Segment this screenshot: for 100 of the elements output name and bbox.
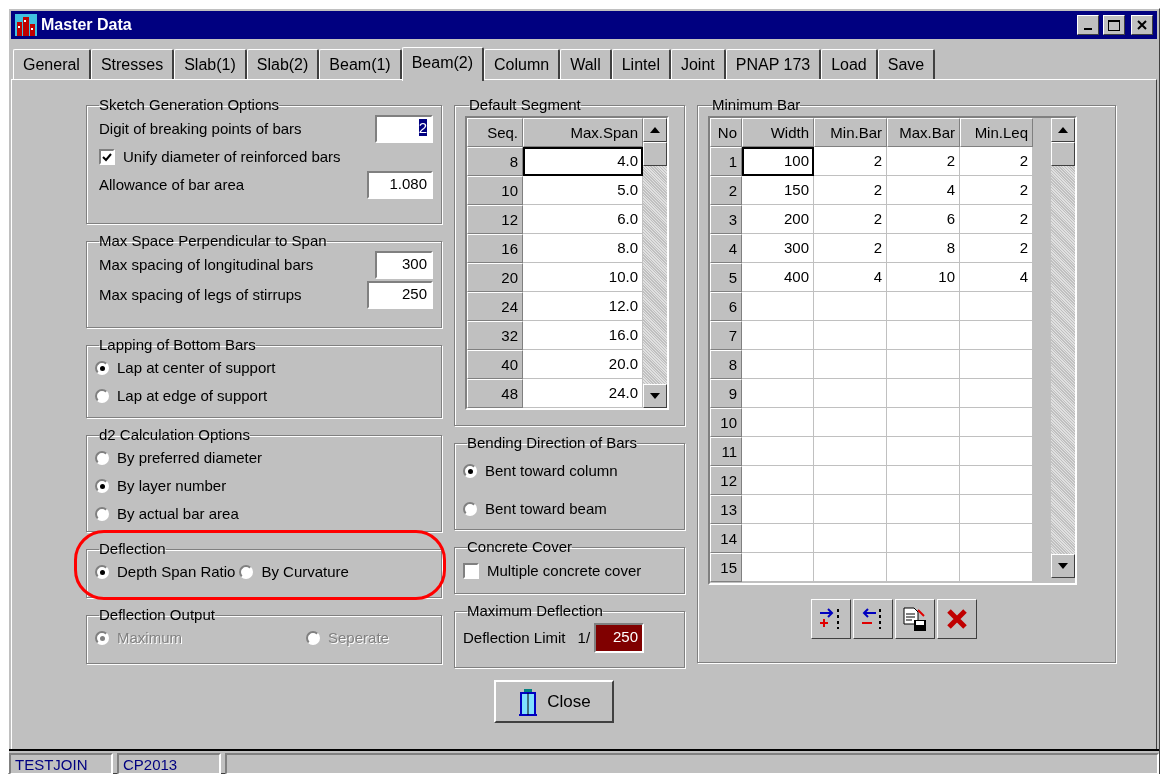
row-header: 6 [710,292,742,321]
tab[interactable]: Lintel [611,49,671,79]
number-field[interactable]: 2 [375,115,433,143]
group-title: Minimum Bar [712,96,801,114]
check-icon [102,152,112,162]
radio-button[interactable] [95,451,109,465]
table-cell[interactable]: 2 [960,147,1033,176]
tab[interactable]: Slab(2) [246,49,320,79]
down-arrow-icon [650,393,660,399]
row-header: 8 [710,350,742,379]
scroll-thumb[interactable] [1051,142,1075,166]
table-cell[interactable]: 2 [960,234,1033,263]
tab[interactable]: Stresses [90,49,175,79]
radio-button[interactable] [95,565,109,579]
table-cell[interactable]: 2 [887,147,960,176]
table-cell[interactable]: 10.0 [523,263,643,292]
table-cell[interactable]: 300 [742,234,814,263]
table-cell[interactable]: 2 [814,147,887,176]
row-header: 20 [467,263,523,292]
close-button[interactable]: Close [494,680,614,723]
table-cell[interactable]: 2 [814,234,887,263]
table-cell[interactable]: 400 [742,263,814,292]
table-cell[interactable]: 16.0 [523,321,643,350]
radio-label: Bent toward column [485,460,618,481]
field-label: Max spacing of longitudinal bars [99,254,314,275]
table-cell[interactable]: 2 [814,176,887,205]
table-cell[interactable]: 24.0 [523,379,643,408]
radio-button[interactable] [95,479,109,493]
table-cell[interactable]: 4.0 [523,147,643,176]
tab[interactable]: Column [484,49,561,79]
insert-row-button[interactable] [810,599,851,639]
radio-label: Maximum [117,627,182,648]
number-field[interactable]: 250 [367,281,433,309]
tab[interactable]: Joint [670,49,726,79]
table-cell[interactable]: 4 [814,263,887,292]
minimize-button[interactable] [1077,15,1099,35]
scroll-thumb[interactable] [643,142,667,166]
row-header: 16 [467,234,523,263]
radio-button[interactable] [463,464,477,478]
table-cell[interactable]: 2 [960,205,1033,234]
table-cell[interactable]: 5.0 [523,176,643,205]
row-header: 3 [710,205,742,234]
scrollbar[interactable] [643,118,667,408]
tab[interactable]: Load [821,49,878,79]
tab[interactable]: Wall [560,49,612,79]
tab[interactable]: Slab(1) [174,49,247,79]
tab[interactable]: Save [877,49,936,79]
checkbox[interactable] [463,563,479,579]
table-cell[interactable]: 4 [960,263,1033,292]
scroll-up-button[interactable] [1051,118,1075,142]
table-cell[interactable]: 8.0 [523,234,643,263]
maximize-button[interactable] [1103,15,1125,35]
scroll-down-button[interactable] [643,384,667,408]
group-title: Lapping of Bottom Bars [99,336,256,354]
table-cell[interactable]: 200 [742,205,814,234]
row-header: 10 [710,408,742,437]
radio-button[interactable] [95,389,109,403]
table-cell[interactable]: 6.0 [523,205,643,234]
number-field[interactable]: 1.080 [367,171,433,199]
scroll-up-button[interactable] [643,118,667,142]
row-header: 15 [710,553,742,582]
radio-button[interactable] [95,507,109,521]
table-cell[interactable]: 6 [887,205,960,234]
table-cell[interactable]: 12.0 [523,292,643,321]
table-cell[interactable]: 2 [960,176,1033,205]
down-arrow-icon [1058,563,1068,569]
row-header: 8 [467,147,523,176]
table-cell[interactable]: 100 [742,147,814,176]
tab[interactable]: General [13,49,91,79]
app-building-icon [15,14,37,36]
tab[interactable]: PNAP 173 [725,49,822,79]
scroll-down-button[interactable] [1051,554,1075,578]
radio-label: By actual bar area [117,503,239,524]
radio-button[interactable] [95,361,109,375]
save-table-button[interactable] [894,599,935,639]
table-cell[interactable]: 20.0 [523,350,643,379]
group-title: Default Segment [469,96,581,114]
table-cell[interactable]: 4 [887,176,960,205]
row-header: 10 [467,176,523,205]
field-prefix: 1/ [577,627,591,648]
radio-label: By Curvature [261,561,349,582]
table-cell[interactable]: 2 [814,205,887,234]
checkbox[interactable] [99,149,115,165]
close-icon[interactable] [1131,15,1153,35]
radio-button[interactable] [463,502,477,516]
checkbox-label: Unify diameter of reinforced bars [123,146,341,167]
table-cell[interactable]: 10 [887,263,960,292]
group-title: Deflection [99,540,166,558]
field-label: Max spacing of legs of stirrups [99,284,302,305]
tab[interactable]: Beam(2) [401,47,485,81]
scrollbar[interactable] [1051,118,1075,578]
number-field[interactable]: 300 [375,251,433,279]
delete-row-button[interactable] [852,599,893,639]
deflection-limit-field[interactable]: 250 [594,623,645,653]
table-cell[interactable]: 8 [887,234,960,263]
delete-button[interactable] [936,599,977,639]
tab[interactable]: Beam(1) [319,49,402,79]
table-cell[interactable]: 150 [742,176,814,205]
row-header: 11 [710,437,742,466]
radio-button[interactable] [239,565,254,579]
